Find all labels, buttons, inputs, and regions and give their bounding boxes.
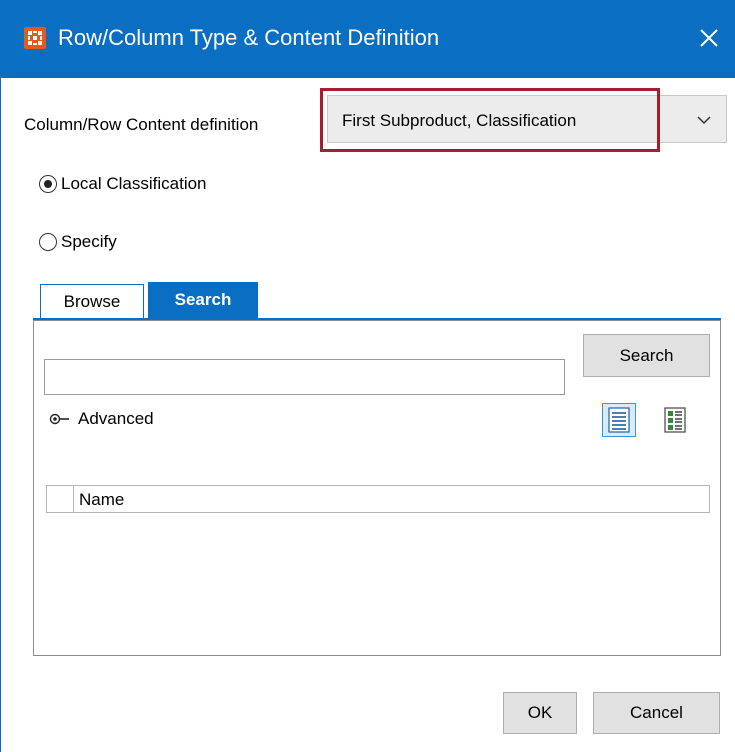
close-button[interactable] xyxy=(686,16,732,60)
content-definition-dropdown[interactable]: First Subproduct, Classification xyxy=(327,95,727,143)
tab-browse[interactable]: Browse xyxy=(40,284,144,318)
ok-button-label: OK xyxy=(527,703,553,722)
window-frame-left xyxy=(0,78,1,752)
ok-button[interactable]: OK xyxy=(503,692,577,734)
tab-browse-label: Browse xyxy=(63,291,121,311)
window-title: Row/Column Type & Content Definition xyxy=(58,25,440,50)
detail-view-button[interactable] xyxy=(658,403,692,437)
close-icon xyxy=(700,29,718,47)
tab-search-label: Search xyxy=(174,290,232,309)
detail-view-icon xyxy=(664,407,686,433)
tab-search[interactable]: Search xyxy=(148,282,258,318)
title-bar: Row/Column Type & Content Definition xyxy=(0,0,735,78)
chevron-down-icon xyxy=(697,116,711,125)
results-grid-header: Name xyxy=(46,485,710,513)
list-view-button[interactable] xyxy=(602,403,636,437)
app-grid-icon xyxy=(24,27,46,49)
content-definition-value: First Subproduct, Classification xyxy=(342,111,577,130)
radio-selected-icon xyxy=(39,175,57,193)
search-input[interactable] xyxy=(44,359,565,395)
cancel-button[interactable]: Cancel xyxy=(593,692,720,734)
search-button[interactable]: Search xyxy=(583,334,710,377)
advanced-expand-icon xyxy=(49,413,69,425)
column-header-name[interactable]: Name xyxy=(79,489,124,511)
search-button-label: Search xyxy=(619,345,674,365)
content-definition-label: Column/Row Content definition xyxy=(24,115,259,134)
tab-underline xyxy=(33,318,721,320)
advanced-label: Advanced xyxy=(78,409,154,428)
list-view-icon xyxy=(608,407,630,433)
cancel-button-label: Cancel xyxy=(630,703,683,722)
specify-label: Specify xyxy=(61,232,117,251)
grid-column-separator xyxy=(73,486,74,512)
radio-unselected-icon xyxy=(39,233,57,251)
local-classification-label: Local Classification xyxy=(61,174,207,193)
